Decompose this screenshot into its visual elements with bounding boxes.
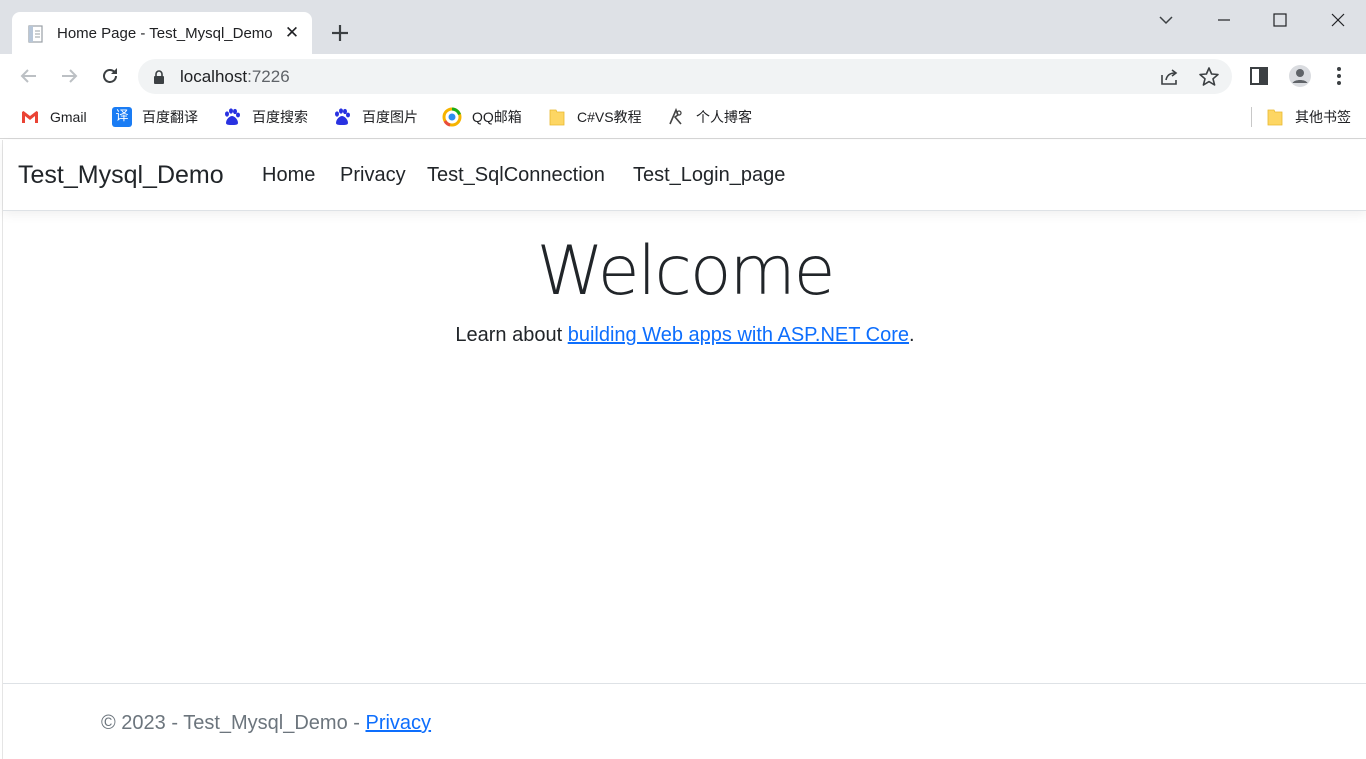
nav-privacy[interactable]: Privacy xyxy=(340,161,406,189)
tab-title: Home Page - Test_Mysql_Demo xyxy=(57,25,273,42)
minimize-icon[interactable] xyxy=(1209,6,1239,34)
nav-home[interactable]: Home xyxy=(262,161,315,189)
tab-search-chevron-icon[interactable] xyxy=(1151,6,1181,34)
url-host: localhost xyxy=(180,67,248,86)
bookmark-label: 百度图片 xyxy=(362,109,418,125)
lock-icon[interactable] xyxy=(153,70,165,84)
bookmark-gmail[interactable]: Gmail xyxy=(20,107,87,127)
web-page: Test_Mysql_Demo Home Privacy Test_SqlCon… xyxy=(2,140,1366,759)
nav-test-sqlconnection[interactable]: Test_SqlConnection xyxy=(427,161,605,189)
nav-test-login-page[interactable]: Test_Login_page xyxy=(633,161,785,189)
learn-paragraph: Learn about building Web apps with ASP.N… xyxy=(3,321,1366,349)
bookmarks-divider xyxy=(1251,107,1252,127)
share-icon[interactable] xyxy=(1158,66,1180,88)
profile-avatar-icon[interactable] xyxy=(1288,64,1312,88)
bookmark-label: QQ邮箱 xyxy=(472,109,522,125)
footer-privacy-link[interactable]: Privacy xyxy=(365,712,431,734)
bookmark-label: Gmail xyxy=(50,109,87,125)
bookmark-baidu-images[interactable]: 百度图片 xyxy=(332,107,418,127)
bookmark-label: 个人搏客 xyxy=(696,109,752,125)
new-tab-icon[interactable] xyxy=(327,20,353,46)
bookmark-label: C#VS教程 xyxy=(577,109,642,125)
close-window-icon[interactable] xyxy=(1323,6,1353,34)
browser-toolbar: localhost:7226 xyxy=(0,54,1366,99)
baidu-icon xyxy=(335,108,350,125)
maximize-icon[interactable] xyxy=(1265,6,1295,34)
qq-mail-icon xyxy=(442,107,462,127)
translate-icon: 译 xyxy=(112,107,132,127)
page-title: Welcome xyxy=(536,232,835,311)
bookmark-csharp-vs[interactable]: C#VS教程 xyxy=(547,107,642,127)
browser-tab[interactable]: Home Page - Test_Mysql_Demo ✕ xyxy=(12,12,312,54)
bookmark-baidu-search[interactable]: 百度搜索 xyxy=(222,107,308,127)
footer-copyright: © 2023 - Test_Mysql_Demo - xyxy=(101,712,366,734)
bookmark-other[interactable]: 其他书签 xyxy=(1265,107,1351,127)
folder-icon xyxy=(1267,109,1283,126)
tab-strip: Home Page - Test_Mysql_Demo ✕ xyxy=(0,0,1366,54)
reload-icon[interactable] xyxy=(98,64,122,88)
address-bar[interactable]: localhost:7226 xyxy=(138,59,1232,94)
bookmark-baidu-translate[interactable]: 译 百度翻译 xyxy=(112,107,198,127)
baidu-icon xyxy=(225,108,240,125)
site-navbar: Test_Mysql_Demo Home Privacy Test_SqlCon… xyxy=(3,140,1366,211)
page-icon xyxy=(28,25,43,43)
back-arrow-icon[interactable] xyxy=(17,64,41,88)
side-panel-icon[interactable] xyxy=(1247,64,1271,88)
bookmark-star-icon[interactable] xyxy=(1198,66,1220,88)
folder-icon xyxy=(549,109,565,126)
blog-icon xyxy=(669,107,682,125)
bookmark-label: 百度翻译 xyxy=(142,109,198,125)
url-port: :7226 xyxy=(247,67,290,86)
footer-text: © 2023 - Test_Mysql_Demo - Privacy xyxy=(101,710,431,736)
site-brand[interactable]: Test_Mysql_Demo xyxy=(18,160,224,190)
bookmark-label: 百度搜索 xyxy=(252,109,308,125)
more-menu-icon[interactable] xyxy=(1327,64,1351,88)
gmail-icon xyxy=(22,111,38,123)
aspnet-docs-link[interactable]: building Web apps with ASP.NET Core xyxy=(568,324,909,346)
forward-arrow-icon[interactable] xyxy=(57,64,81,88)
learn-suffix: . xyxy=(909,324,915,346)
bookmark-qq-mail[interactable]: QQ邮箱 xyxy=(442,107,522,127)
close-tab-icon[interactable]: ✕ xyxy=(282,23,302,43)
site-footer: © 2023 - Test_Mysql_Demo - Privacy xyxy=(3,683,1366,759)
url-text[interactable]: localhost:7226 xyxy=(180,67,290,87)
bookmark-label: 其他书签 xyxy=(1295,109,1351,125)
learn-prefix: Learn about xyxy=(455,324,568,346)
bookmark-personal-blog[interactable]: 个人搏客 xyxy=(666,107,752,127)
bookmarks-bar: Gmail 译 百度翻译 百度搜索 百度图片 QQ邮箱 C#VS教程 个人搏客 … xyxy=(0,99,1366,139)
